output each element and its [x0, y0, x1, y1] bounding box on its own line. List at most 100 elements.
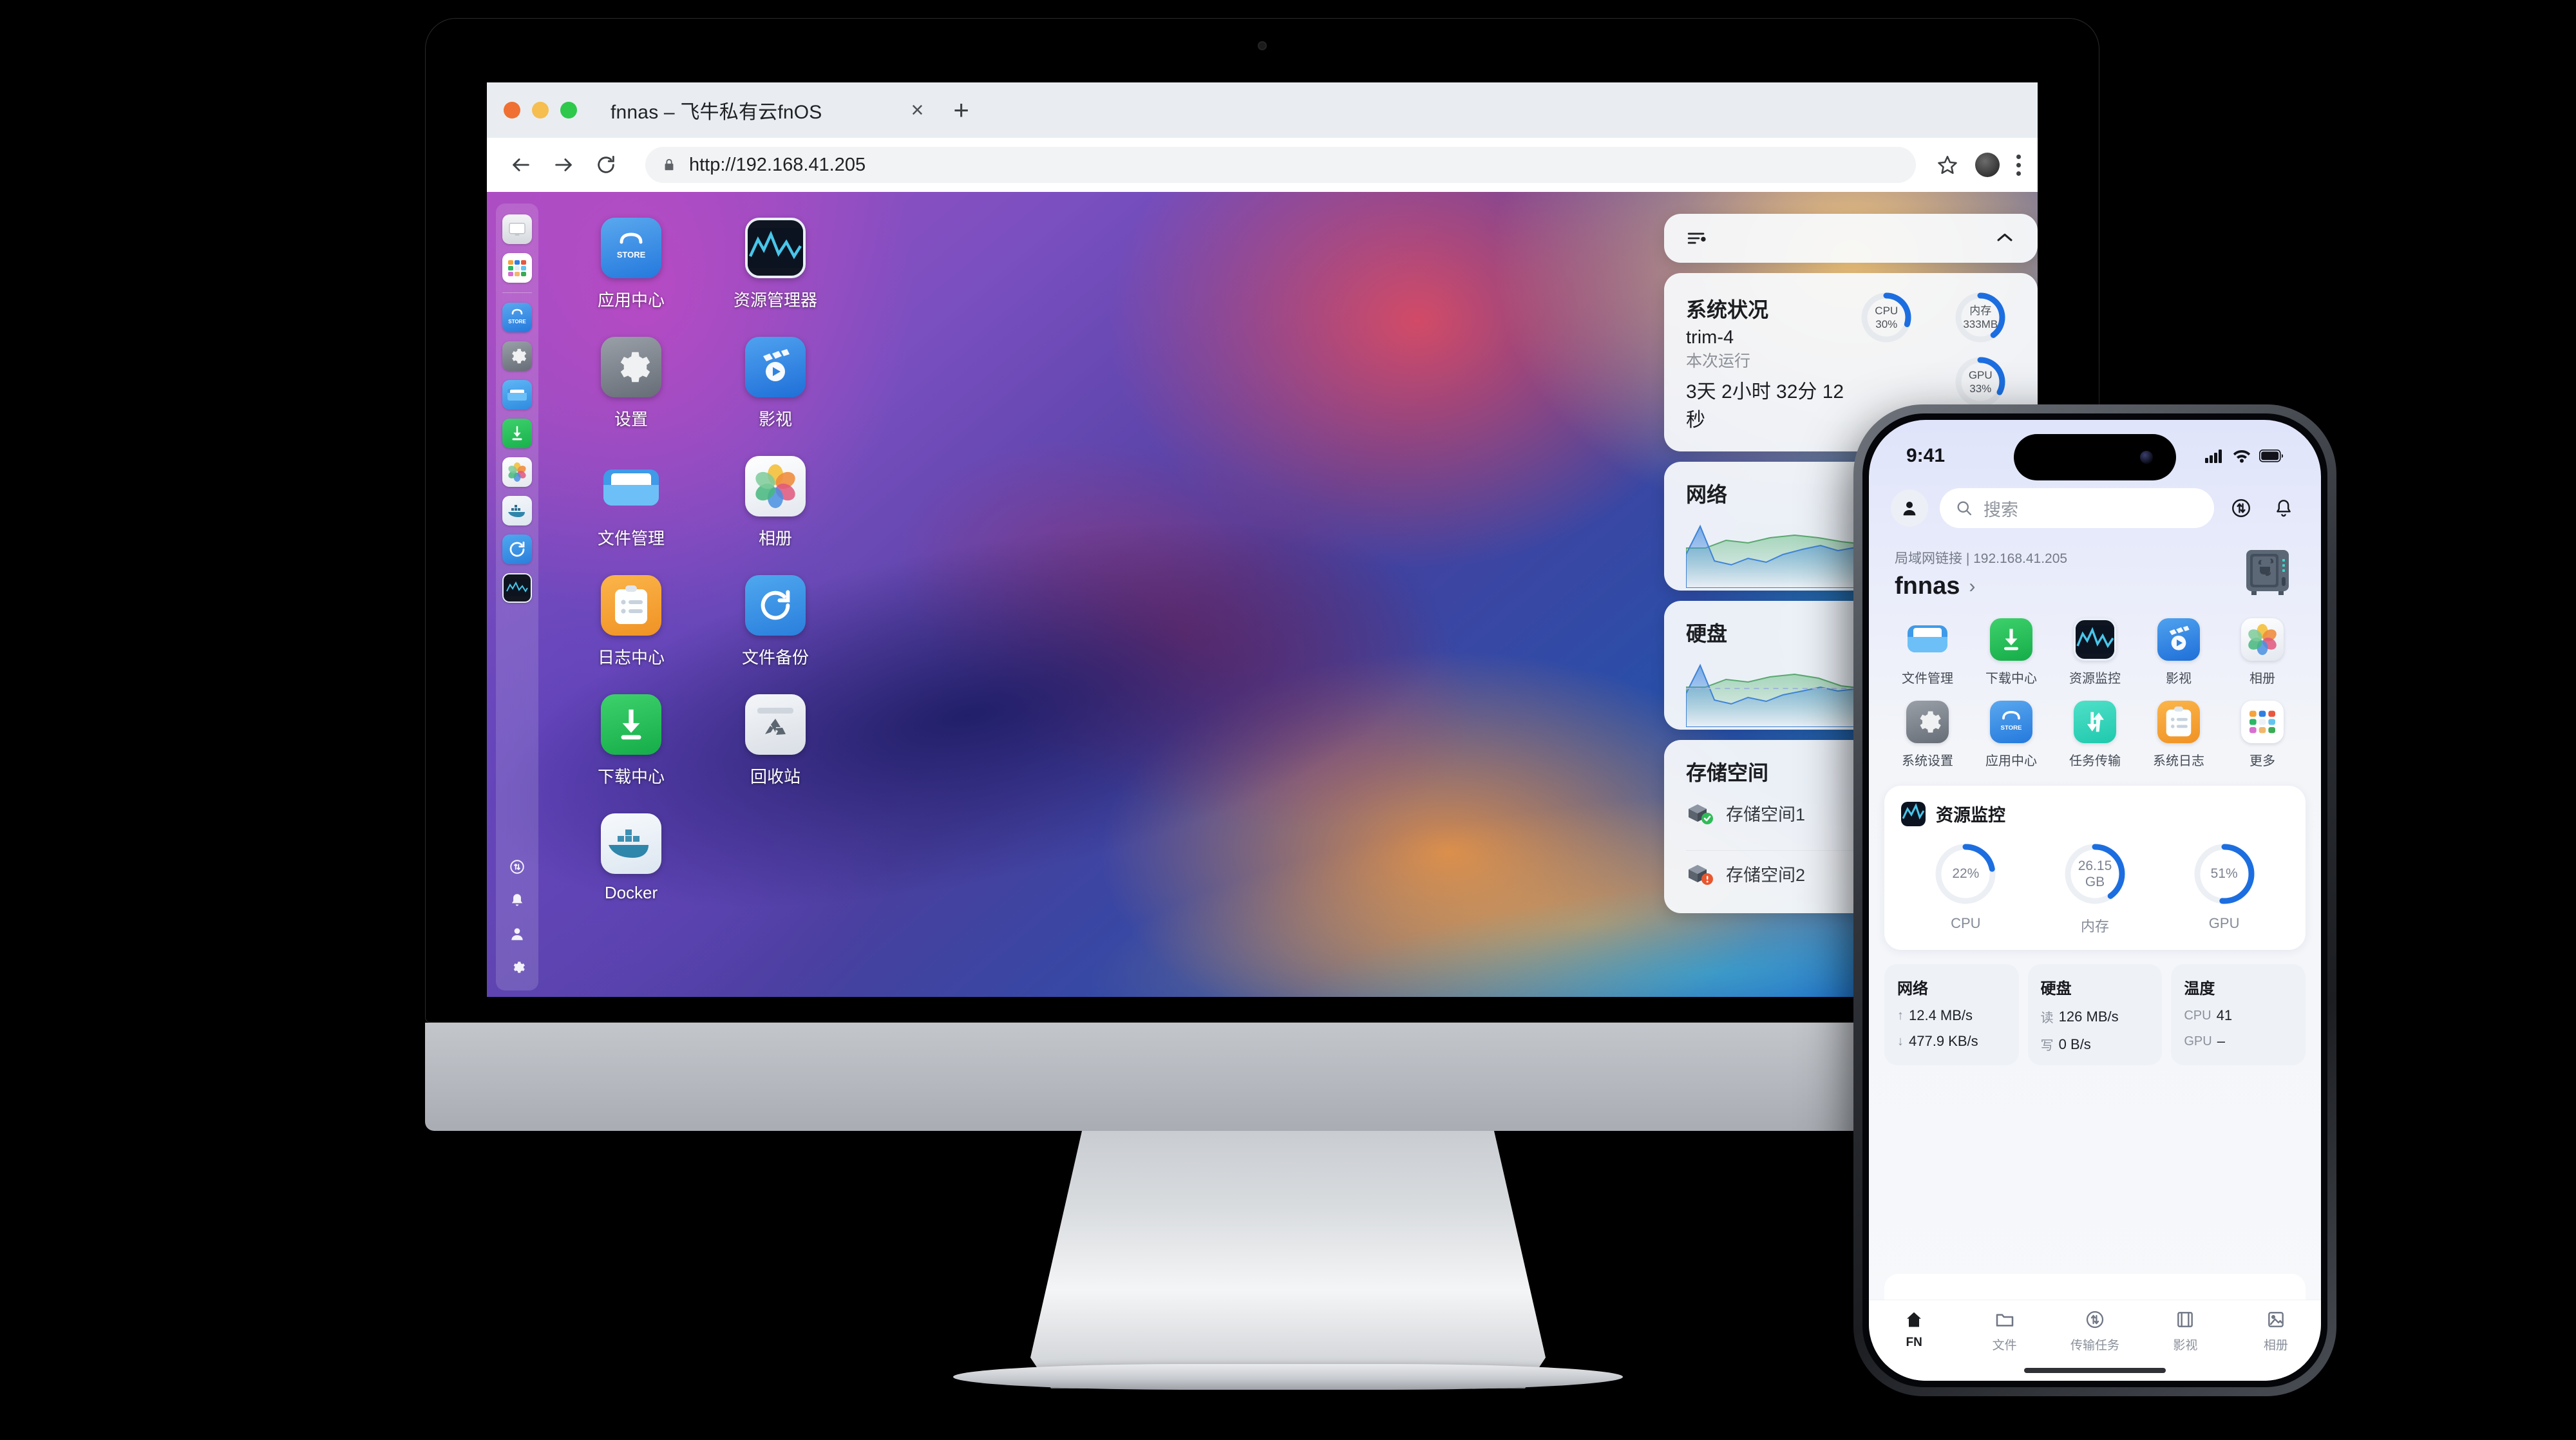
photo-icon	[2266, 1309, 2286, 1330]
transfer-tasks-icon[interactable]	[506, 856, 528, 878]
status-time: 9:41	[1906, 445, 1946, 466]
user-account-icon[interactable]	[506, 923, 528, 945]
cpu-temp-row: CPU 41	[2184, 1007, 2233, 1023]
gpu-ring-text: 51%	[2210, 866, 2238, 882]
device-summary-row[interactable]: 局域网链接 | 192.168.41.205 fnnas ›	[1869, 528, 2321, 600]
system-settings-gear-icon[interactable]	[506, 956, 528, 978]
temperature-stat-card[interactable]: 温度 CPU 41 GPU –	[2171, 964, 2306, 1065]
notification-bell-icon[interactable]	[506, 889, 528, 911]
resource-monitor-icon	[1901, 801, 1926, 826]
phone-app-download-center[interactable]: 下载中心	[1969, 618, 2053, 687]
nas-device-icon	[2240, 547, 2295, 600]
desktop-icon-media[interactable]: 影视	[703, 337, 848, 430]
app-launcher-grid-icon[interactable]	[502, 253, 532, 283]
device-name[interactable]: fnnas ›	[1895, 573, 2067, 600]
desktop-icon-download-center[interactable]: 下载中心	[559, 694, 703, 788]
file-backup-sync-icon[interactable]	[502, 535, 532, 564]
settings-gear-icon	[601, 337, 661, 397]
tab-transfer-tasks[interactable]: 传输任务	[2050, 1309, 2140, 1353]
tab-photos[interactable]: 相册	[2231, 1309, 2321, 1353]
svg-text:STORE: STORE	[508, 319, 526, 325]
phone-app-more[interactable]: 更多	[2221, 701, 2304, 769]
phone-app-settings[interactable]: 系统设置	[1886, 701, 1969, 769]
desktop-icon-photos[interactable]: 相册	[703, 456, 848, 549]
minimize-window-button[interactable]	[532, 102, 549, 118]
network-stat-card[interactable]: 网络 ↑ 12.4 MB/s ↓ 477.9 KB/s	[1884, 964, 2019, 1065]
reload-icon[interactable]	[589, 147, 623, 182]
desktop-icon-resource-monitor[interactable]: 资源管理器	[703, 218, 848, 311]
desktop-icon-grid: STORE 应用中心 资源管理器 设置 影视 文件管理 相册 日志中心 文件备份…	[559, 218, 848, 903]
system-status-title: 系统状况	[1686, 298, 1769, 321]
display-monitor-icon[interactable]	[502, 214, 532, 244]
docker-whale-icon	[601, 813, 661, 874]
desktop-icon-app-store[interactable]: STORE 应用中心	[559, 218, 703, 311]
tab-files[interactable]: 文件	[1959, 1309, 2049, 1353]
resource-monitor-icon[interactable]	[502, 573, 532, 603]
desktop-icon-label: 设置	[614, 410, 648, 429]
desktop-icon-label: 相册	[758, 529, 792, 548]
photos-flower-icon	[2241, 618, 2284, 661]
phone-app-grid: 文件管理 下载中心 资源监控 影视 相册 系统设置 STORE 应用中心 任务传…	[1869, 600, 2321, 769]
new-tab-button[interactable]: +	[953, 97, 969, 124]
desktop-monitor: fnnas – 飞牛私有云fnOS × + http://192.168.41.…	[425, 18, 2099, 1023]
download-center-icon[interactable]	[502, 419, 532, 448]
transfer-circle-icon[interactable]	[2226, 493, 2257, 524]
desktop-icon-settings[interactable]: 设置	[559, 337, 703, 430]
wifi-icon	[2233, 449, 2251, 463]
resource-monitor-card[interactable]: 资源监控 22% CPU 26.15 GB 内存 51% GPU	[1884, 786, 2306, 950]
phone-app-file-manager[interactable]: 文件管理	[1886, 618, 1969, 687]
tab-label: 传输任务	[2070, 1339, 2120, 1352]
search-input[interactable]: 搜索	[1940, 488, 2214, 528]
kebab-menu-icon[interactable]	[2016, 154, 2021, 176]
window-traffic-lights[interactable]	[504, 102, 577, 118]
recycle-bin-icon	[745, 694, 806, 755]
phone-app-resource-monitor[interactable]: 资源监控	[2053, 618, 2137, 687]
disk-stat-card[interactable]: 硬盘 读 126 MB/s 写0 B/s	[2027, 964, 2163, 1065]
desktop-icon-recycle-bin[interactable]: 回收站	[703, 694, 848, 788]
dock-divider	[502, 292, 532, 293]
download-center-icon	[601, 694, 661, 755]
tab-media[interactable]: 影视	[2140, 1309, 2230, 1353]
gpu-gauge-text: GPU 33%	[1968, 368, 1993, 395]
widget-settings-icon[interactable]	[1686, 227, 1708, 249]
memory-gauge-text: 内存 333MB	[1963, 304, 1998, 330]
phone-app-system-log[interactable]: 系统日志	[2137, 701, 2221, 769]
transfer-circle-icon	[2085, 1309, 2105, 1330]
phone-app-task-transfer[interactable]: 任务传输	[2053, 701, 2137, 769]
network-download-row: ↓ 477.9 KB/s	[1897, 1033, 1978, 1049]
chevron-up-icon[interactable]	[1994, 227, 2016, 249]
settings-gear-icon[interactable]	[502, 341, 532, 371]
system-gauges: CPU 30% 内存 333MB GPU 33%	[1859, 290, 2016, 412]
address-bar[interactable]: http://192.168.41.205	[645, 147, 1916, 183]
front-camera-icon	[2140, 451, 2153, 464]
close-window-button[interactable]	[504, 102, 520, 118]
tab-fn[interactable]: FN	[1869, 1309, 1959, 1350]
app-store-icon[interactable]: STORE	[502, 303, 532, 332]
desktop-icon-log-center[interactable]: 日志中心	[559, 575, 703, 668]
task-transfer-icon	[2074, 701, 2116, 743]
close-tab-button[interactable]: ×	[911, 99, 924, 121]
phone-app-label: 影视	[2166, 672, 2192, 686]
user-avatar-icon[interactable]	[1891, 489, 1928, 527]
desktop-icon-file-manager[interactable]: 文件管理	[559, 456, 703, 549]
file-manager-folder-icon[interactable]	[502, 380, 532, 410]
browser-tab-title[interactable]: fnnas – 飞牛私有云fnOS	[611, 96, 822, 124]
network-upload-row: ↑ 12.4 MB/s	[1897, 1007, 1973, 1023]
back-arrow-icon[interactable]	[504, 147, 538, 182]
search-icon	[1955, 499, 1973, 517]
home-icon	[1904, 1309, 1924, 1330]
forward-arrow-icon[interactable]	[546, 147, 581, 182]
maximize-window-button[interactable]	[560, 102, 577, 118]
disk-write-row: 写0 B/s	[2040, 1036, 2091, 1054]
phone-app-media[interactable]: 影视	[2137, 618, 2221, 687]
notification-bell-icon[interactable]	[2268, 493, 2299, 524]
memory-ring-caption: 内存	[2080, 918, 2109, 934]
desktop-icon-docker[interactable]: Docker	[559, 813, 703, 903]
star-icon[interactable]	[1937, 154, 1958, 176]
profile-avatar-icon[interactable]	[1975, 153, 2000, 177]
phone-app-app-store[interactable]: STORE 应用中心	[1969, 701, 2053, 769]
phone-app-photos[interactable]: 相册	[2221, 618, 2304, 687]
photos-flower-icon[interactable]	[502, 457, 532, 487]
docker-whale-icon[interactable]	[502, 496, 532, 526]
desktop-icon-file-backup[interactable]: 文件备份	[703, 575, 848, 668]
